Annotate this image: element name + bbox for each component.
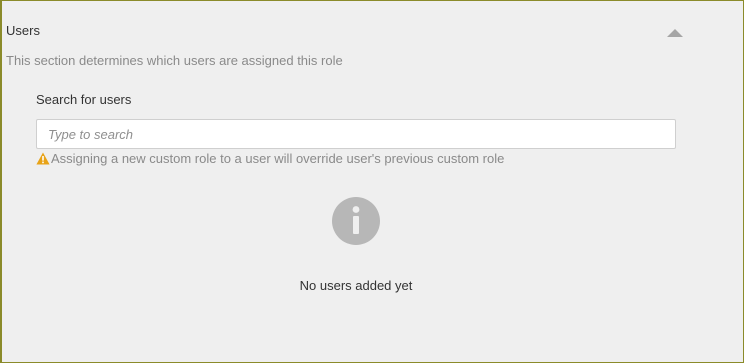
warning-icon <box>36 152 50 165</box>
search-input[interactable] <box>36 119 676 149</box>
warning-text: Assigning a new custom role to a user wi… <box>51 151 505 166</box>
info-icon <box>332 197 380 245</box>
users-section-panel: Users This section determines which user… <box>0 0 744 363</box>
empty-state-text: No users added yet <box>299 278 413 293</box>
warning-message: Assigning a new custom role to a user wi… <box>36 151 504 166</box>
search-label: Search for users <box>36 92 132 107</box>
section-description: This section determines which users are … <box>6 53 343 68</box>
chevron-up-icon <box>667 29 683 37</box>
collapse-section-button[interactable] <box>666 27 684 39</box>
section-title: Users <box>6 23 40 38</box>
